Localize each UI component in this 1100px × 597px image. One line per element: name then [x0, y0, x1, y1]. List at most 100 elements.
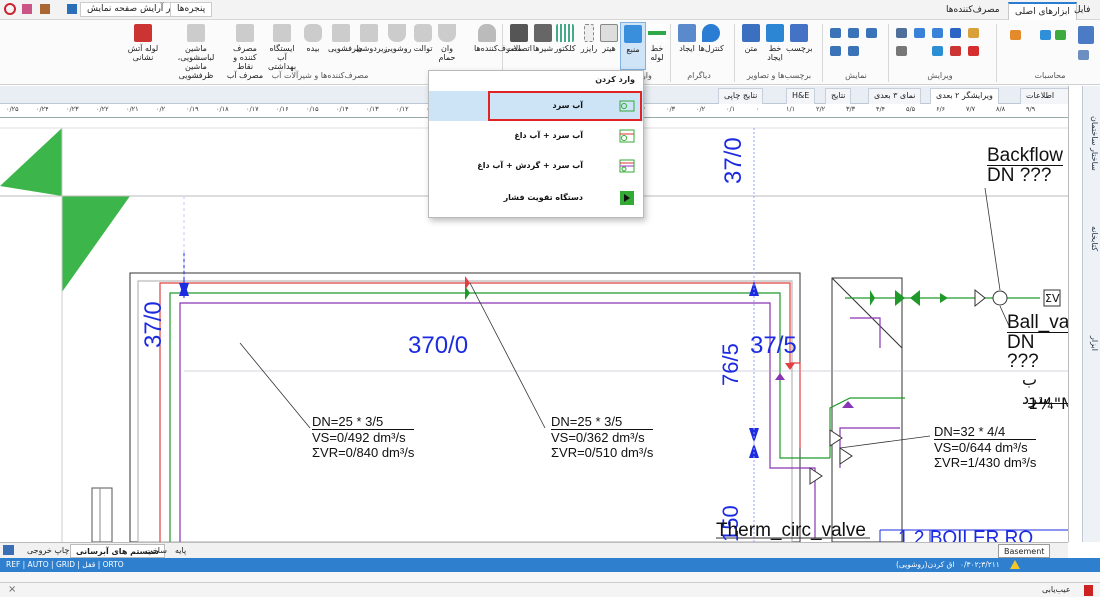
controls-button[interactable]: کنترل‌ها [698, 22, 724, 70]
points-button[interactable]: مصرف کننده و نقاط مصرف آب [226, 22, 264, 80]
leaf-icon[interactable] [1055, 30, 1066, 40]
therm-valve-label: Therm_circ_valve [716, 520, 866, 541]
line-icon [766, 24, 784, 42]
tab-print-results[interactable]: نتایج چاپی [718, 88, 764, 104]
move-icon[interactable] [914, 28, 925, 38]
zoom-window-icon[interactable] [848, 46, 859, 56]
valves-button[interactable]: شیرها [530, 22, 556, 70]
view-mode-icon[interactable] [3, 545, 14, 555]
tab-consumers[interactable]: مصرف‌کننده‌ها [940, 2, 1006, 20]
tag-button[interactable]: برچسب [786, 22, 813, 70]
dim-text-370: 370/0 [408, 332, 469, 359]
status-modes[interactable]: REF | AUTO | GRID | قفل | ORTO [6, 560, 124, 569]
bidet-button[interactable]: بیده [300, 22, 326, 70]
washbasin-button[interactable]: روشویی [384, 22, 411, 70]
calc-group [1000, 24, 1098, 70]
ruler-tick-label: ۰/۱۵ [306, 105, 319, 113]
menu-item-cold-circ-hot[interactable]: آب سرد + گردش + آب داغ [429, 151, 643, 181]
ruler-tick-label: ۰/۲۴ [36, 105, 49, 113]
source-button[interactable]: منبع [620, 22, 646, 70]
ruler-tick-label: ۱/۱ [786, 105, 796, 113]
rotate-icon[interactable] [950, 28, 961, 38]
zoom-fit-icon[interactable] [866, 28, 877, 38]
side-tab-tools[interactable]: ابزار [1085, 336, 1099, 351]
map-pin-icon [702, 24, 720, 42]
ruler-tick-label: ۰/۱۳ [366, 105, 379, 113]
sink-button[interactable]: ظرفشویی [328, 22, 363, 70]
grid-icon[interactable] [1078, 50, 1089, 60]
tab-he[interactable]: H&E [786, 88, 816, 104]
db-icon[interactable] [40, 4, 50, 14]
ruler-tick-label: ۶/۶ [936, 105, 946, 113]
ruler-tick-label: ۰/۲۱ [126, 105, 139, 113]
valve-icon [534, 24, 552, 42]
ruler-tick-label: ۹/۹ [1026, 105, 1036, 113]
tab-print-output[interactable]: چاپ خروجی [22, 544, 74, 558]
ruler-tick-label: ۰/۱۴ [336, 105, 349, 113]
ruler-tick-label: ۰/۱۶ [276, 105, 289, 113]
arrow-icon[interactable] [932, 28, 943, 38]
pipe-icon [648, 24, 666, 42]
warning-icon[interactable] [1010, 560, 1020, 569]
pipe-red [159, 282, 801, 542]
pdf-icon[interactable] [1084, 585, 1093, 596]
status-coords: ۰/۳۰۲;۳/۲۱۱ [960, 560, 1000, 569]
ruler-tick-label: ۰/۲ [156, 105, 166, 113]
troubleshoot-label[interactable]: عیب‌یابی [1042, 585, 1071, 594]
side-tab-library[interactable]: کتابخانه [1085, 226, 1099, 251]
flame-icon[interactable] [1010, 30, 1021, 40]
quick-access-icons[interactable] [4, 3, 77, 17]
basement-selector[interactable]: Basement [998, 544, 1051, 558]
station-button[interactable]: ایستگاه آب بهداشتی [266, 22, 298, 71]
fire-hose-icon [134, 24, 152, 42]
menu-item-cold-hot[interactable]: آب سرد + آب داغ [429, 121, 643, 151]
status-bar-secondary [0, 572, 1100, 582]
dropdown-title: وارد کردن [595, 75, 635, 84]
bathtub-button[interactable]: وان حمام [434, 22, 460, 70]
sigma-v-label: ΣV [1045, 292, 1060, 305]
side-tab-structure[interactable]: ساختار ساختمان [1085, 116, 1099, 171]
pan-icon[interactable] [830, 46, 841, 56]
align-icon[interactable] [896, 28, 907, 38]
lock-icon[interactable] [968, 28, 979, 38]
tab-base[interactable]: پایه [170, 544, 191, 558]
tab-results[interactable]: نتایج [825, 88, 852, 104]
consumers-button[interactable]: مصرف‌کننده‌ها [474, 22, 522, 70]
text-button[interactable]: متن [738, 22, 764, 70]
zoom-in-icon[interactable] [830, 28, 841, 38]
save-icon[interactable] [67, 4, 77, 14]
close-icon[interactable]: × [8, 584, 16, 595]
title-bar: تغییر آرایش صفحه نمایش پنجره‌ها مصرف‌کنن… [0, 0, 1100, 20]
create-line-button[interactable]: خط ایجاد [762, 22, 788, 70]
copy-icon[interactable] [932, 46, 943, 56]
ruler-tick-label: ۳/۳ [846, 105, 856, 113]
ruler-tick-label: ۰/۱ [726, 105, 736, 113]
windows-dropdown[interactable]: پنجره‌ها [170, 2, 213, 17]
faucet-icon [478, 24, 496, 42]
toilet-button[interactable]: توالت [410, 22, 436, 70]
drop-icon[interactable] [1040, 30, 1051, 40]
riser-button[interactable]: رایزر [576, 22, 602, 70]
tab-3d-view[interactable]: نمای ۳ بعدی [868, 88, 922, 104]
booster-pump-icon [620, 191, 634, 205]
delete-icon[interactable] [968, 46, 979, 56]
zoom-out-icon[interactable] [848, 28, 859, 38]
scissors-icon[interactable] [950, 46, 961, 56]
tab-building[interactable]: ساخت [140, 544, 172, 558]
tab-main-tools[interactable]: ابزارهای اصلی [1008, 2, 1077, 20]
undo-icon[interactable] [22, 4, 32, 14]
list-icon[interactable] [896, 46, 907, 56]
tab-general-info[interactable]: اطلاعات کلی [1020, 88, 1072, 114]
create-button[interactable]: ایجاد [674, 22, 700, 70]
menu-item-booster[interactable]: دستگاه تقویت فشار [429, 183, 643, 213]
tab-file[interactable]: فایل [1068, 2, 1096, 20]
fire-button[interactable]: لوله آتش نشانی [122, 22, 164, 70]
pin-icon[interactable] [4, 3, 16, 15]
tab-2d-editor[interactable]: ویرایشگر ۲ بعدی [930, 88, 999, 104]
pipe-label-2: DN=25 * 3/5 VS=0/362 dm³/s ΣVR=0/510 dm³… [551, 414, 654, 460]
group-edit: ویرایش [927, 71, 953, 80]
pipe-button[interactable]: خط لوله [644, 22, 670, 70]
calc-icon[interactable] [1078, 26, 1094, 44]
machines-button[interactable]: ماشین لباسشویی، ماشین ظرفشویی [170, 22, 222, 80]
green-block-bottom [62, 196, 130, 292]
